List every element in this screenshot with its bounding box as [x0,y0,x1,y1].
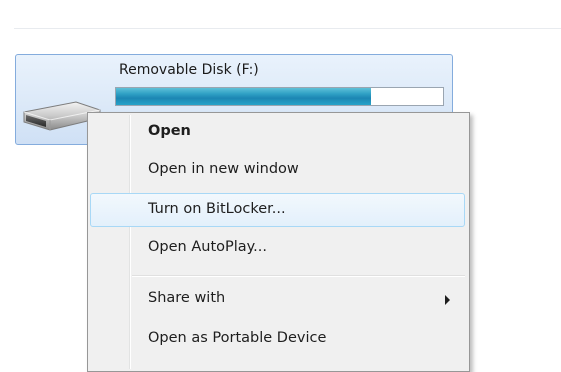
submenu-arrow-icon [445,295,450,305]
menu-item-open-as-portable-device[interactable]: Open as Portable Device [90,322,465,356]
menu-item-label: Share with [148,290,226,306]
menu-item-label: Turn on BitLocker... [148,201,286,217]
menu-item-turn-on-bitlocker[interactable]: Turn on BitLocker... [90,193,465,227]
menu-item-label: Open [148,123,191,139]
header-divider [14,28,561,29]
capacity-bar [115,87,444,106]
menu-item-share-with[interactable]: Share with [90,282,465,316]
menu-separator [132,275,465,277]
drive-name-label: Removable Disk (F:) [119,62,259,78]
menu-item-open-autoplay[interactable]: Open AutoPlay... [90,231,465,265]
menu-item-label: Open as Portable Device [148,330,327,346]
menu-item-label: Open AutoPlay... [148,239,268,255]
menu-item-open[interactable]: Open [90,115,465,149]
menu-item-open-in-new-window[interactable]: Open in new window [90,153,465,187]
context-menu: Open Open in new window Turn on BitLocke… [87,112,470,372]
capacity-bar-fill [116,88,372,105]
menu-item-label: Open in new window [148,161,299,177]
